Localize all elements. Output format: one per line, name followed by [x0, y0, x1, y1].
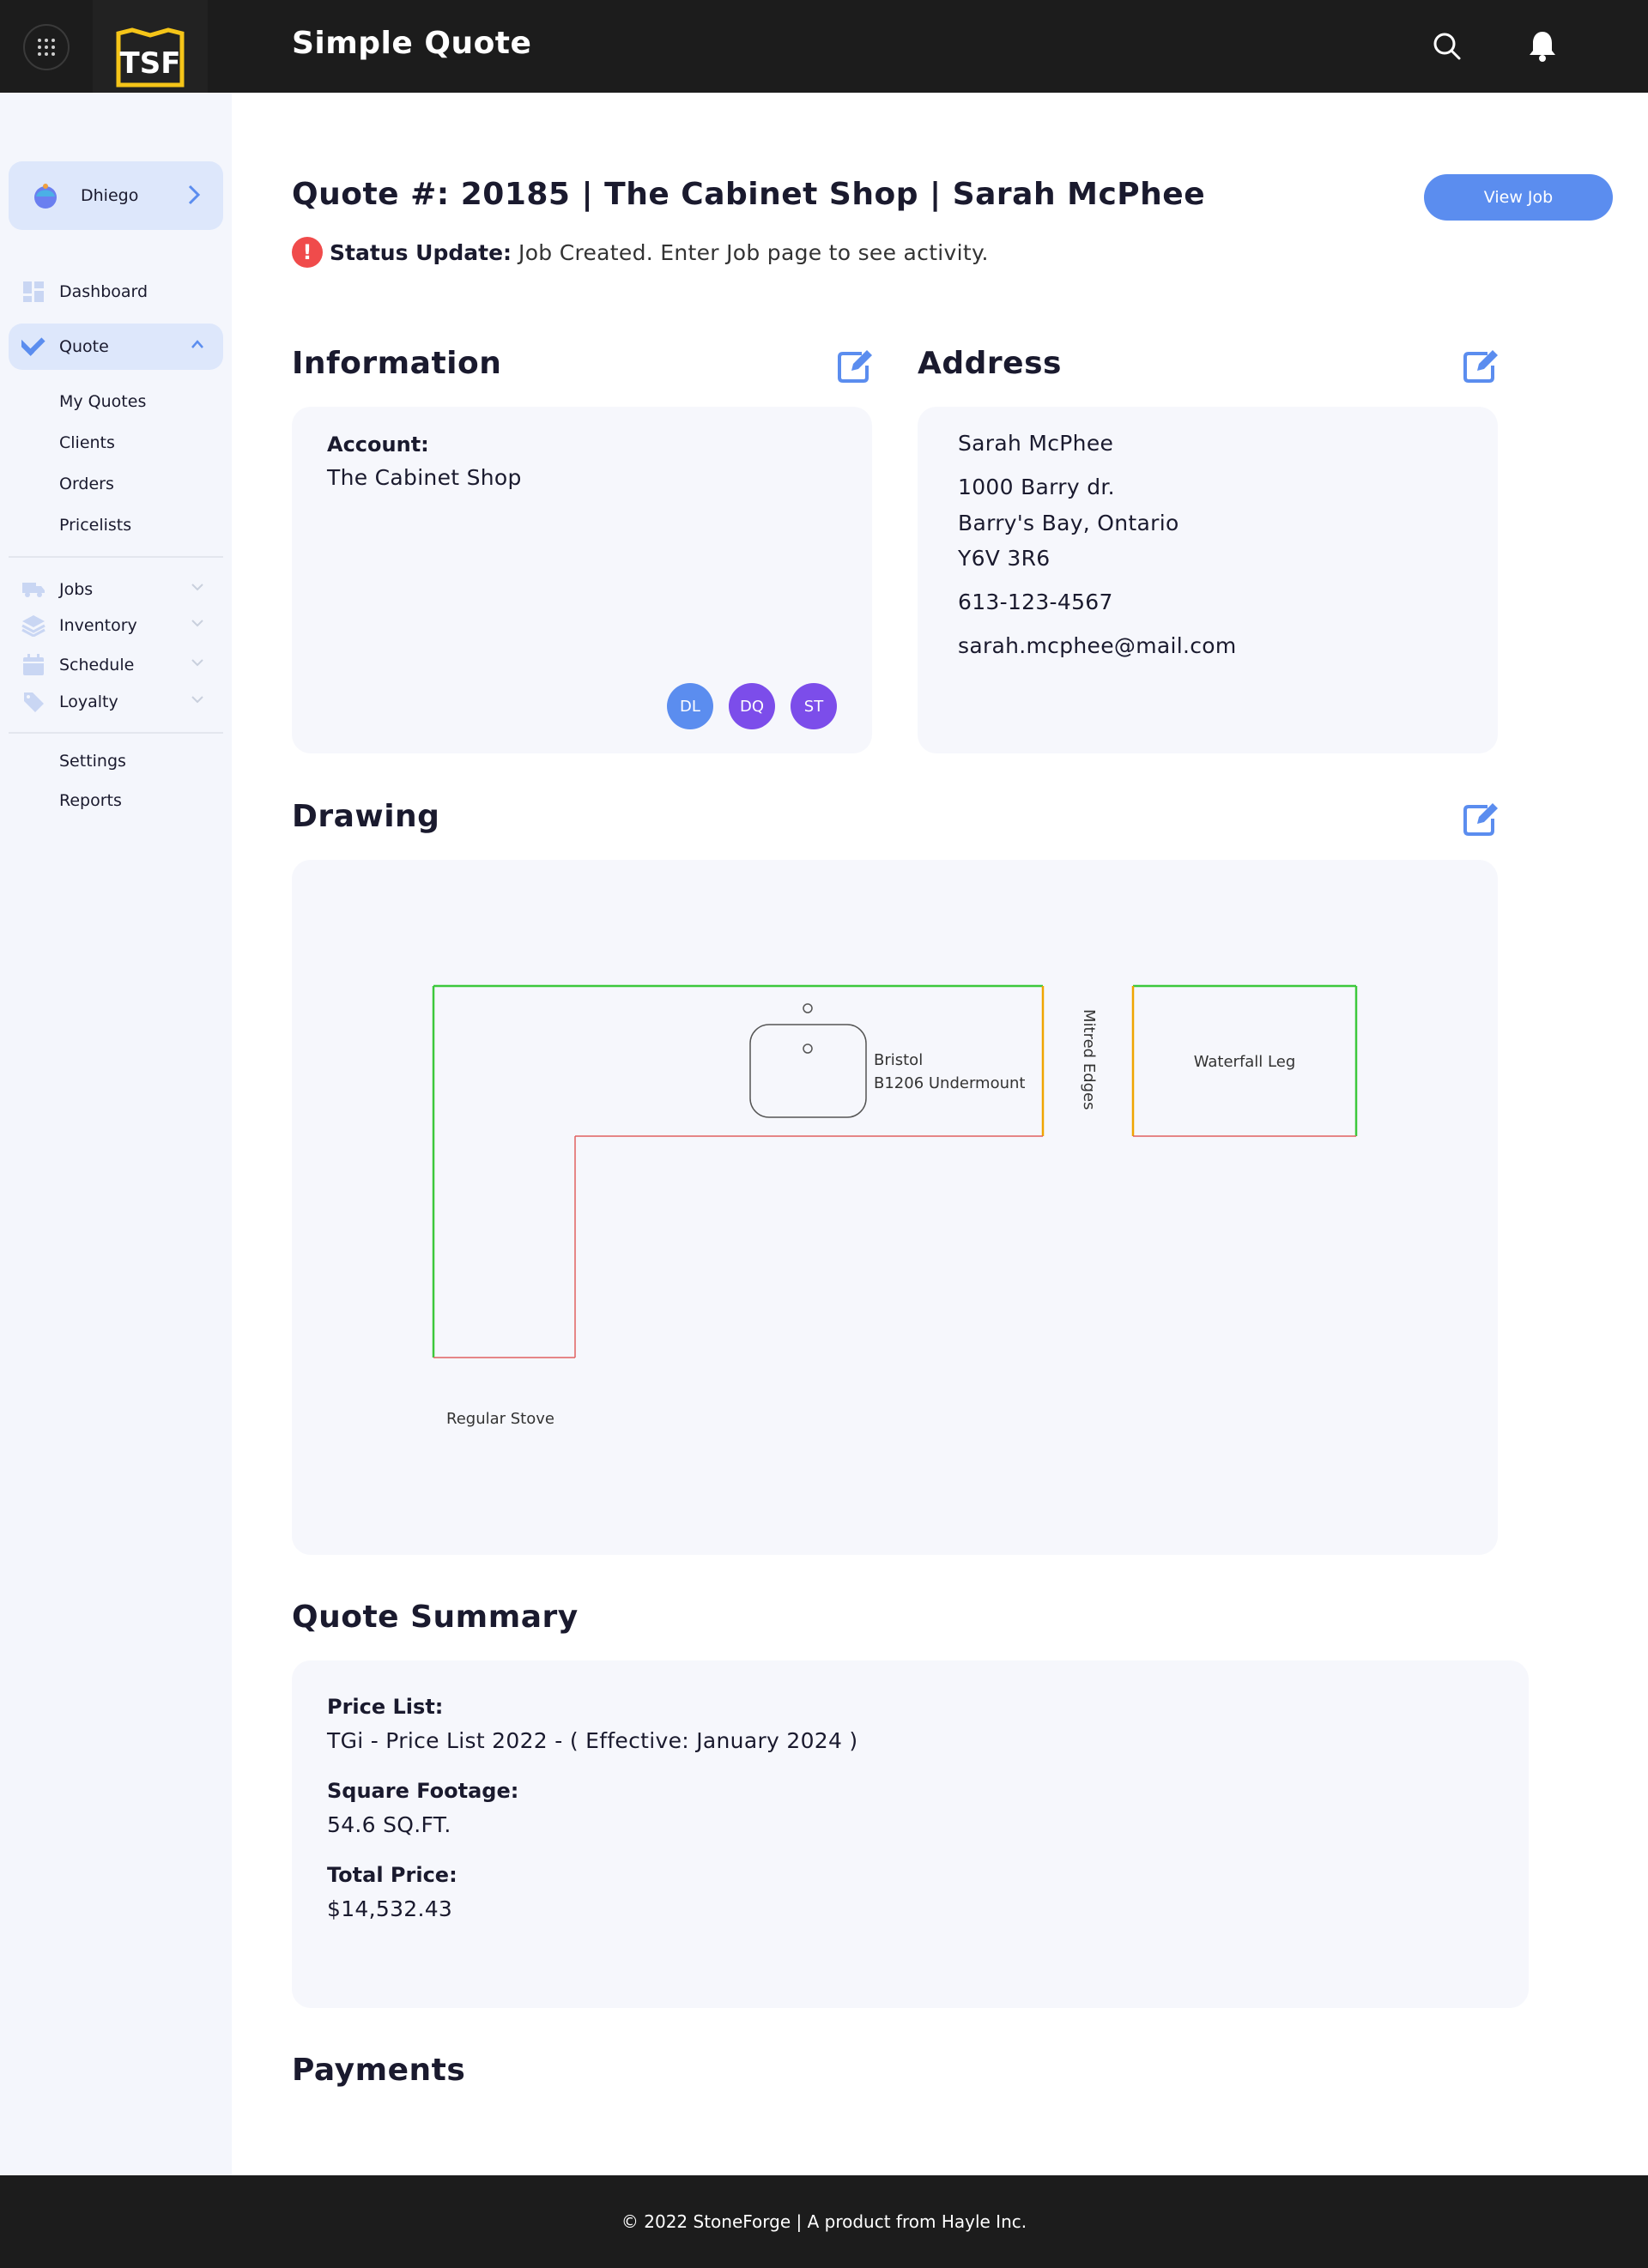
- sidebar-subitem-pricelists[interactable]: Pricelists: [59, 516, 131, 535]
- square-footage-label: Square Footage:: [327, 1779, 519, 1803]
- view-job-button[interactable]: View Job: [1424, 174, 1613, 221]
- sink-cutout: [749, 1024, 867, 1118]
- address-name: Sarah McPhee: [958, 431, 1114, 456]
- total-price-label: Total Price:: [327, 1863, 457, 1887]
- sink-label-line1: Bristol: [874, 1051, 923, 1069]
- chevron-right-icon: [188, 184, 201, 205]
- address-phone: 613-123-4567: [958, 590, 1113, 614]
- address-panel: Sarah McPhee 1000 Barry dr. Barry's Bay,…: [918, 407, 1498, 753]
- address-street: 1000 Barry dr.: [958, 475, 1115, 499]
- chevron-down-icon: [191, 696, 203, 704]
- assignee-avatar[interactable]: DL: [667, 683, 713, 729]
- address-title: Address: [918, 346, 1062, 381]
- tag-icon: [21, 689, 46, 715]
- sink-label-line2: B1206 Undermount: [874, 1074, 1025, 1092]
- sidebar-item-label: Loyalty: [59, 692, 118, 711]
- alert-icon: !: [292, 237, 323, 268]
- truck-icon: [21, 577, 46, 602]
- svg-text:TSF: TSF: [120, 46, 181, 81]
- apps-grid-button[interactable]: [23, 24, 70, 70]
- drawing-title: Drawing: [292, 799, 440, 834]
- page-title: Quote #: 20185 | The Cabinet Shop | Sara…: [292, 177, 1206, 212]
- sidebar-item-label: Inventory: [59, 616, 137, 635]
- chevron-down-icon: [191, 659, 203, 667]
- sidebar-item-label: Dashboard: [59, 282, 148, 301]
- sidebar-item-settings[interactable]: Settings: [59, 752, 126, 771]
- quote-tools-icon: [21, 334, 46, 360]
- address-email: sarah.mcphee@mail.com: [958, 633, 1237, 658]
- waterfall-leg-label: Waterfall Leg: [1194, 1053, 1296, 1071]
- information-title: Information: [292, 346, 502, 381]
- sidebar-item-label: Jobs: [59, 580, 94, 599]
- sidebar-item-label: Schedule: [59, 656, 135, 674]
- layers-icon: [21, 613, 46, 638]
- assignee-avatar[interactable]: DQ: [729, 683, 775, 729]
- search-button[interactable]: [1427, 26, 1468, 67]
- tsf-logo: TSF: [116, 27, 185, 88]
- assignee-avatar[interactable]: ST: [791, 683, 837, 729]
- status-text: Job Created. Enter Job page to see activ…: [518, 239, 989, 265]
- information-panel: Account: The Cabinet Shop DL DQ ST: [292, 407, 872, 753]
- sidebar-item-loyalty[interactable]: Loyalty: [9, 679, 223, 725]
- sidebar: Dhiego Dashboard Quote My Quotes Clients…: [0, 93, 232, 2175]
- chevron-down-icon: [191, 620, 203, 627]
- footer-text: © 2022 StoneForge | A product from Hayle…: [621, 2211, 1027, 2232]
- account-label: Account:: [327, 432, 429, 457]
- countertop-drawing: Bristol B1206 Undermount Mitred Edges Wa…: [432, 984, 1358, 1428]
- sidebar-item-label: Quote: [59, 337, 109, 356]
- top-bar: TSF Simple Quote: [0, 0, 1648, 115]
- chevron-down-icon: [191, 584, 203, 591]
- avatar: [34, 184, 57, 209]
- status-label: Status Update:: [330, 239, 512, 265]
- mitred-edges-label: Mitred Edges: [1080, 1009, 1098, 1110]
- edit-drawing-icon[interactable]: [1462, 800, 1500, 838]
- total-price-value: $14,532.43: [327, 1896, 453, 1921]
- sidebar-divider: [9, 556, 223, 558]
- dashboard-icon: [21, 279, 46, 305]
- quote-summary-title: Quote Summary: [292, 1600, 579, 1635]
- apps-grid-icon: [38, 39, 55, 56]
- user-profile-card[interactable]: Dhiego: [9, 161, 223, 230]
- account-value: The Cabinet Shop: [327, 465, 522, 490]
- sidebar-subitem-orders[interactable]: Orders: [59, 475, 114, 493]
- faucet-hole: [803, 1003, 813, 1013]
- price-list-value: TGi - Price List 2022 - ( Effective: Jan…: [327, 1728, 858, 1753]
- price-list-label: Price List:: [327, 1695, 444, 1719]
- edit-information-icon[interactable]: [836, 347, 874, 384]
- calendar-icon: [21, 652, 46, 678]
- address-postal: Y6V 3R6: [958, 546, 1051, 571]
- search-icon: [1433, 33, 1461, 60]
- sidebar-item-quote[interactable]: Quote: [9, 324, 223, 370]
- status-update: ! Status Update: Job Created. Enter Job …: [292, 237, 989, 268]
- drain-hole: [803, 1043, 813, 1054]
- user-name: Dhiego: [81, 186, 139, 205]
- footer: © 2022 StoneForge | A product from Hayle…: [0, 2175, 1648, 2268]
- sidebar-divider: [9, 732, 223, 734]
- address-city: Barry's Bay, Ontario: [958, 511, 1179, 535]
- bell-icon: [1530, 32, 1555, 62]
- stove-label: Regular Stove: [446, 1410, 554, 1428]
- notifications-button[interactable]: [1522, 26, 1563, 67]
- sidebar-item-reports[interactable]: Reports: [59, 791, 122, 810]
- sidebar-subitem-clients[interactable]: Clients: [59, 433, 115, 452]
- drawing-canvas[interactable]: Bristol B1206 Undermount Mitred Edges Wa…: [292, 860, 1498, 1555]
- app-title: Simple Quote: [292, 26, 532, 61]
- sidebar-item-dashboard[interactable]: Dashboard: [9, 269, 223, 315]
- quote-summary-panel: Price List: TGi - Price List 2022 - ( Ef…: [292, 1660, 1529, 2008]
- edit-address-icon[interactable]: [1462, 347, 1500, 384]
- sidebar-subitem-my-quotes[interactable]: My Quotes: [59, 392, 146, 411]
- chevron-up-icon: [191, 340, 203, 348]
- square-footage-value: 54.6 SQ.FT.: [327, 1812, 451, 1837]
- payments-title: Payments: [292, 2053, 466, 2088]
